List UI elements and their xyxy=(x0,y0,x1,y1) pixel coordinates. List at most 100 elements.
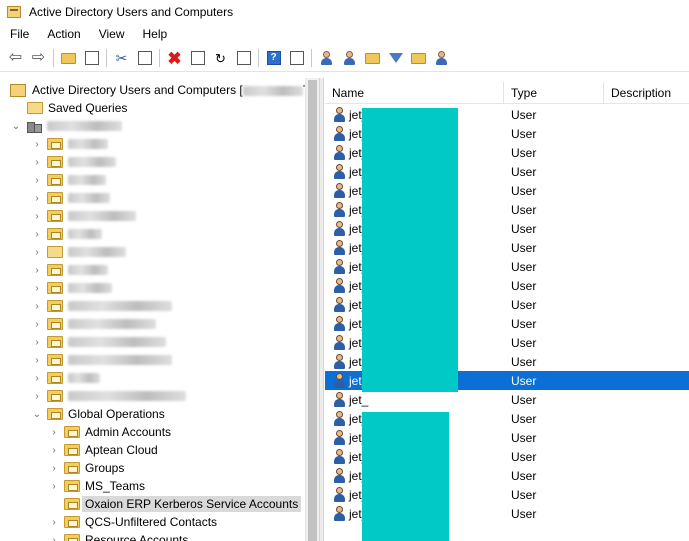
user-type: User xyxy=(511,354,537,369)
user-icon xyxy=(332,144,348,161)
show-hide-tree-icon[interactable] xyxy=(83,49,101,67)
user-type: User xyxy=(511,164,537,179)
redacted-domain-name xyxy=(47,121,122,131)
cut-icon[interactable]: ✂ xyxy=(113,49,131,67)
menu-view[interactable]: View xyxy=(90,24,134,44)
tree-item-groups[interactable]: › Groups xyxy=(48,459,124,477)
ou-folder-icon xyxy=(64,462,80,474)
tree-item-ms-teams[interactable]: › MS_Teams xyxy=(48,477,145,495)
properties-icon[interactable] xyxy=(189,49,207,67)
tree-item-redacted[interactable]: › xyxy=(31,351,172,369)
aduc-root-icon xyxy=(10,83,26,97)
ou-folder-icon xyxy=(64,516,80,528)
scrollbar-thumb[interactable] xyxy=(308,80,317,541)
tree-item-redacted[interactable]: › xyxy=(31,315,156,333)
column-header-name[interactable]: Name xyxy=(325,82,504,104)
details-list: Name Type Description jet_ User jet_ User je… xyxy=(325,78,689,541)
tree-item-redacted[interactable]: › xyxy=(31,279,112,297)
new-ou-icon[interactable] xyxy=(364,49,382,67)
tree-item-admin-accounts[interactable]: › Admin Accounts xyxy=(48,423,171,441)
menu-action[interactable]: Action xyxy=(38,24,89,44)
tree-item-qcs-unfiltered-contacts[interactable]: › QCS-Unfiltered Contacts xyxy=(48,513,217,531)
user-icon xyxy=(332,182,348,199)
user-icon xyxy=(332,467,348,484)
tree-item-redacted[interactable]: › xyxy=(31,171,106,189)
user-icon xyxy=(332,201,348,218)
list-row[interactable]: jet_ User xyxy=(325,390,689,409)
chevron-right-icon[interactable]: › xyxy=(48,535,60,541)
user-type: User xyxy=(511,240,537,255)
user-type: User xyxy=(511,202,537,217)
chevron-right-icon[interactable]: › xyxy=(48,481,60,492)
user-icon xyxy=(332,163,348,180)
tree-item-redacted[interactable]: › xyxy=(31,297,172,315)
tree-item-oxaion-erp[interactable]: Oxaion ERP Kerberos Service Accounts xyxy=(64,495,302,513)
menu-file[interactable]: File xyxy=(0,24,38,44)
tree-vertical-scrollbar[interactable] xyxy=(305,78,319,541)
toolbar-separator xyxy=(311,49,312,67)
back-arrow-icon[interactable]: ⇦ xyxy=(7,49,25,67)
user-icon xyxy=(332,429,348,446)
user-type: User xyxy=(511,430,537,445)
tree-root[interactable]: Active Directory Users and Computers [T xyxy=(10,81,310,99)
toolbar-separator xyxy=(106,49,107,67)
tree-item-redacted[interactable]: › xyxy=(31,369,100,387)
chevron-right-icon[interactable]: › xyxy=(48,445,60,456)
find-icon[interactable] xyxy=(410,49,428,67)
toolbar-separator xyxy=(159,49,160,67)
refresh-icon[interactable]: ↻ xyxy=(212,49,230,67)
user-icon xyxy=(332,391,348,408)
console-icon[interactable] xyxy=(288,49,306,67)
new-group-icon[interactable] xyxy=(341,49,359,67)
forward-arrow-icon[interactable]: ⇨ xyxy=(30,49,48,67)
user-icon xyxy=(332,410,348,427)
user-icon xyxy=(332,277,348,294)
user-icon xyxy=(332,106,348,123)
chevron-down-icon[interactable]: ⌄ xyxy=(10,121,22,132)
tree-item-redacted[interactable]: › xyxy=(31,153,116,171)
delete-icon[interactable]: ✖ xyxy=(166,49,184,67)
tree-item-aptean-cloud[interactable]: › Aptean Cloud xyxy=(48,441,157,459)
user-type: User xyxy=(511,335,537,350)
chevron-right-icon[interactable]: › xyxy=(48,463,60,474)
help-icon[interactable]: ? xyxy=(265,49,283,67)
user-icon xyxy=(332,334,348,351)
tree-item-redacted[interactable]: › xyxy=(31,243,126,261)
user-type: User xyxy=(511,107,537,122)
tree-item-resource-accounts[interactable]: › Resource Accounts xyxy=(48,531,188,541)
filter-icon[interactable] xyxy=(387,49,405,67)
tree-item-redacted[interactable]: › xyxy=(31,189,110,207)
redaction-block xyxy=(362,108,458,392)
user-icon xyxy=(332,353,348,370)
tree-item-redacted[interactable]: › xyxy=(31,261,108,279)
tree-item-redacted[interactable]: › xyxy=(31,333,166,351)
chevron-right-icon[interactable]: › xyxy=(48,517,60,528)
chevron-down-icon[interactable]: ⌄ xyxy=(31,409,43,420)
tree-item-redacted[interactable]: › xyxy=(31,225,102,243)
user-type: User xyxy=(511,487,537,502)
ou-folder-icon xyxy=(64,534,80,541)
chevron-right-icon[interactable]: › xyxy=(48,427,60,438)
tree-item-redacted[interactable]: › xyxy=(31,135,108,153)
user-icon xyxy=(332,448,348,465)
pane-splitter[interactable] xyxy=(319,78,324,541)
tree-item-domain[interactable]: ⌄ xyxy=(10,117,122,135)
ou-folder-icon xyxy=(64,480,80,492)
menu-help[interactable]: Help xyxy=(134,24,177,44)
up-folder-icon[interactable] xyxy=(60,49,78,67)
user-type: User xyxy=(511,278,537,293)
column-header-type[interactable]: Type xyxy=(504,82,604,104)
toolbar-separator xyxy=(53,49,54,67)
tree-item-saved-queries[interactable]: Saved Queries xyxy=(27,99,127,117)
user-type: User xyxy=(511,183,537,198)
column-header-description[interactable]: Description xyxy=(604,82,689,104)
new-user-icon[interactable] xyxy=(318,49,336,67)
export-list-icon[interactable] xyxy=(235,49,253,67)
tree-item-redacted[interactable]: › xyxy=(31,207,136,225)
copy-icon[interactable] xyxy=(136,49,154,67)
tree-item-redacted[interactable]: › xyxy=(31,387,186,405)
ou-folder-icon xyxy=(64,426,80,438)
add-to-group-icon[interactable] xyxy=(433,49,451,67)
tree-item-global-operations[interactable]: ⌄ Global Operations xyxy=(31,405,165,423)
user-type: User xyxy=(511,468,537,483)
